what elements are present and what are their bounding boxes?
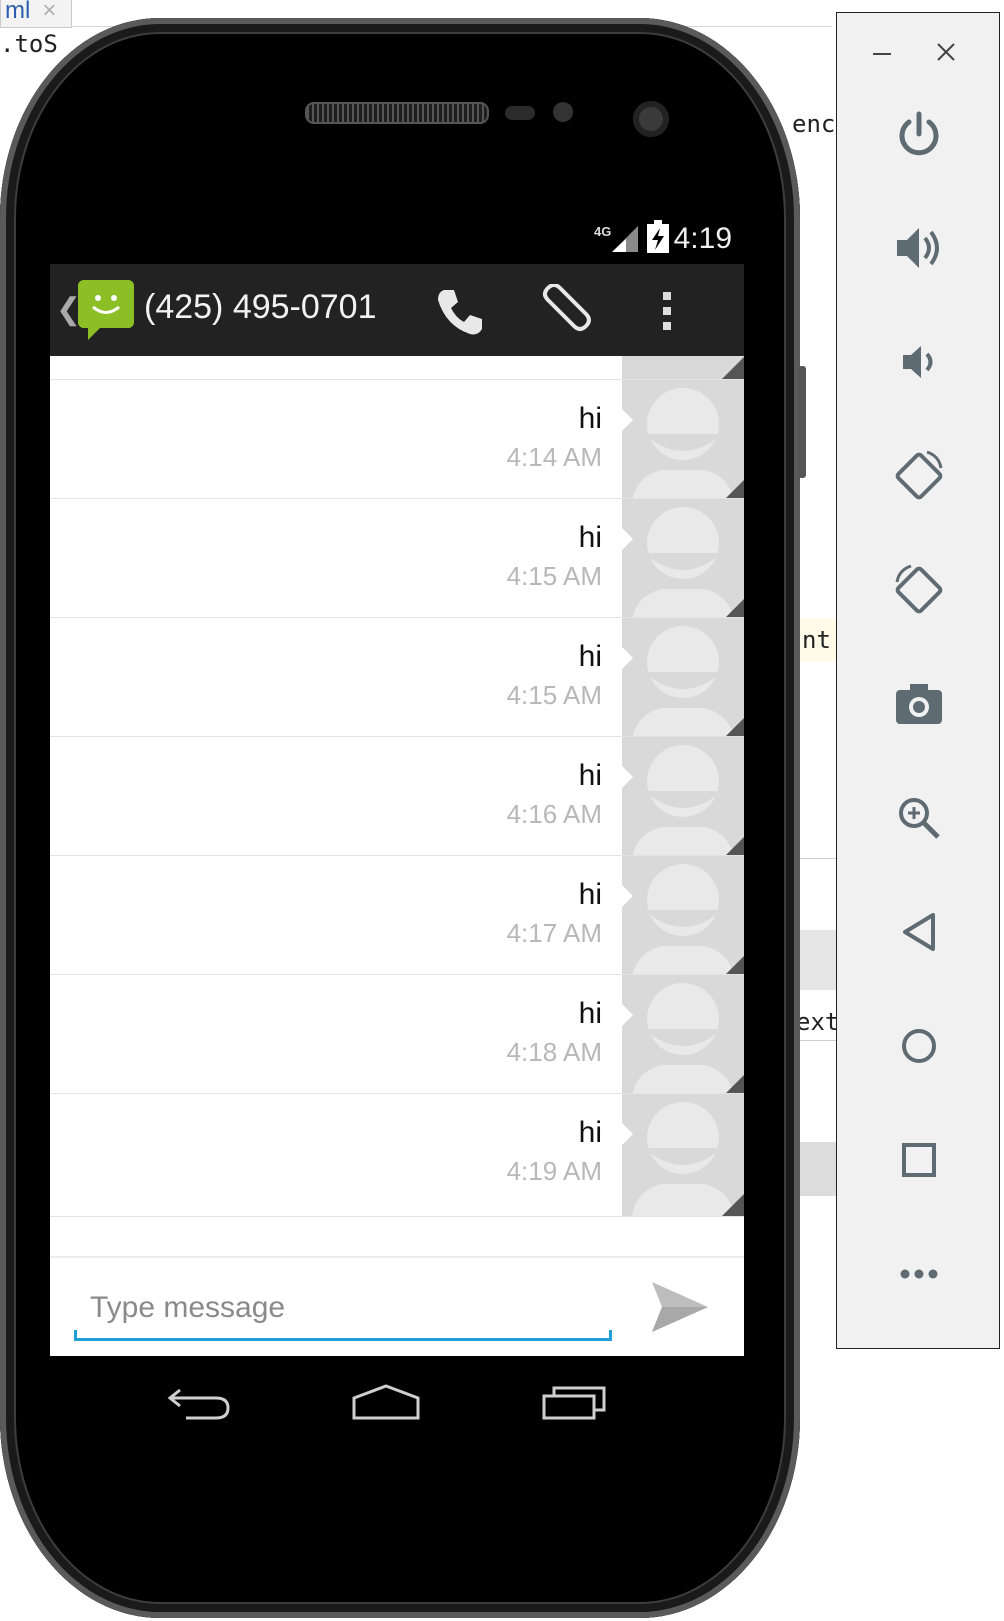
- send-icon[interactable]: [650, 1280, 710, 1334]
- home-icon[interactable]: [350, 1382, 422, 1422]
- close-icon[interactable]: [935, 41, 957, 63]
- rotate-left-icon: [891, 448, 947, 504]
- contact-avatar[interactable]: [622, 380, 744, 502]
- contact-avatar[interactable]: [622, 737, 744, 859]
- message-time: 4:17 AM: [506, 918, 602, 948]
- zoom-icon: [896, 795, 942, 841]
- volume-down-icon: [899, 342, 939, 382]
- list-item[interactable]: hi 4:15 AM: [50, 617, 744, 740]
- message-composer: [50, 1256, 744, 1356]
- proximity-sensor: [505, 106, 535, 120]
- volume-down-button[interactable]: [881, 324, 957, 400]
- contact-avatar[interactable]: [622, 975, 744, 1097]
- contact-avatar[interactable]: [622, 618, 744, 740]
- screenshot-button[interactable]: [881, 666, 957, 742]
- input-underline: [74, 1338, 612, 1341]
- device-screen: 4G 4:19 ❮ (425) 495-0701 hi 4:14 AM hi 4…: [50, 214, 744, 1448]
- code-fragment: .toS: [0, 30, 58, 58]
- front-camera: [633, 101, 669, 137]
- power-button[interactable]: [881, 96, 957, 172]
- emulator-toolbar: [836, 12, 1000, 1349]
- message-text: hi: [578, 878, 602, 911]
- code-fragment: nt: [802, 626, 831, 654]
- phone-call-icon[interactable]: [434, 286, 486, 338]
- message-text: hi: [578, 1116, 602, 1149]
- rotate-left-button[interactable]: [881, 438, 957, 514]
- network-type: 4G: [594, 224, 612, 239]
- message-text: hi: [578, 997, 602, 1030]
- contact-avatar[interactable]: [622, 499, 744, 621]
- message-text: hi: [578, 759, 602, 792]
- message-time: 4:18 AM: [506, 1037, 602, 1067]
- editor-tab-label: ml: [5, 0, 31, 24]
- overflow-menu-icon[interactable]: [660, 290, 674, 332]
- signal-icon: [610, 224, 640, 254]
- status-bar: 4G 4:19: [50, 214, 744, 264]
- message-time: 4:19 AM: [506, 1156, 602, 1186]
- overview-icon: [900, 1141, 938, 1179]
- message-text: hi: [578, 521, 602, 554]
- home-icon: [899, 1026, 939, 1066]
- composer-divider: [50, 1256, 744, 1258]
- message-time: 4:14 AM: [506, 442, 602, 472]
- contact-avatar[interactable]: [622, 1094, 744, 1216]
- message-time: 4:15 AM: [506, 680, 602, 710]
- contact-avatar: [622, 356, 744, 379]
- list-divider: [50, 1216, 744, 1217]
- message-time: 4:15 AM: [506, 561, 602, 591]
- navigation-bar: [50, 1356, 744, 1448]
- back-icon[interactable]: [166, 1384, 232, 1422]
- editor-divider: [800, 1040, 836, 1041]
- list-item[interactable]: hi 4:16 AM: [50, 736, 744, 859]
- message-text: hi: [578, 640, 602, 673]
- action-bar: ❮ (425) 495-0701: [50, 264, 744, 356]
- more-button[interactable]: [881, 1236, 957, 1312]
- list-item[interactable]: hi 4:14 AM: [50, 379, 744, 502]
- volume-up-icon: [893, 224, 945, 272]
- back-icon: [899, 911, 939, 953]
- earpiece-speaker: [305, 102, 489, 124]
- list-item[interactable]: hi 4:17 AM: [50, 855, 744, 978]
- overview-button[interactable]: [881, 1122, 957, 1198]
- contact-name: (425) 495-0701: [144, 288, 377, 326]
- volume-up-button[interactable]: [881, 210, 957, 286]
- minimize-icon[interactable]: [871, 43, 893, 65]
- messaging-app-icon[interactable]: [78, 280, 134, 340]
- battery-charging-icon: [646, 220, 670, 254]
- list-item: [50, 356, 744, 379]
- message-input[interactable]: [74, 1278, 612, 1338]
- power-icon: [895, 110, 943, 158]
- recent-apps-icon[interactable]: [540, 1382, 610, 1422]
- more-icon: [899, 1268, 939, 1280]
- editor-divider: [800, 858, 836, 859]
- editor-tab[interactable]: ml ×: [0, 0, 72, 28]
- rotate-right-icon: [891, 562, 947, 618]
- phone-side-button[interactable]: [798, 366, 806, 478]
- message-list[interactable]: hi 4:14 AM hi 4:15 AM hi 4:15 AM hi 4:16…: [50, 356, 744, 1256]
- code-fragment: enc: [792, 110, 836, 138]
- contact-avatar[interactable]: [622, 856, 744, 978]
- back-button[interactable]: [881, 894, 957, 970]
- zoom-button[interactable]: [881, 780, 957, 856]
- message-text: hi: [578, 402, 602, 435]
- light-sensor: [553, 102, 573, 122]
- list-item[interactable]: hi 4:19 AM: [50, 1093, 744, 1216]
- list-item[interactable]: hi 4:18 AM: [50, 974, 744, 1097]
- code-fragment: ext: [796, 1008, 840, 1036]
- ide-panel: [800, 1142, 836, 1196]
- list-item[interactable]: hi 4:15 AM: [50, 498, 744, 621]
- camera-icon: [894, 682, 944, 726]
- paperclip-icon[interactable]: [538, 284, 594, 340]
- ide-panel: [800, 930, 836, 990]
- close-icon[interactable]: ×: [42, 0, 56, 24]
- home-button[interactable]: [881, 1008, 957, 1084]
- status-time: 4:19: [673, 222, 732, 255]
- message-time: 4:16 AM: [506, 799, 602, 829]
- rotate-right-button[interactable]: [881, 552, 957, 628]
